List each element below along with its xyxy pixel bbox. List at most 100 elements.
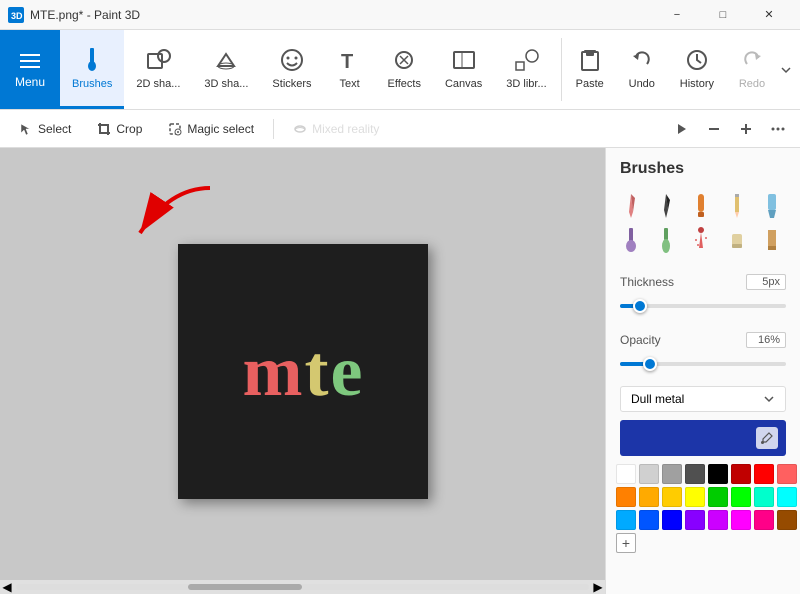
- highlighter-brush[interactable]: [757, 190, 787, 222]
- thickness-label: Thickness: [620, 275, 674, 289]
- watercolor-brush[interactable]: [651, 224, 681, 256]
- eraser-brush[interactable]: [722, 224, 752, 256]
- thickness-slider[interactable]: [620, 296, 786, 316]
- color-swatch-10[interactable]: [662, 487, 682, 507]
- ribbon-3d-shapes[interactable]: 3D sha...: [192, 30, 260, 109]
- color-swatch-11[interactable]: [685, 487, 705, 507]
- zoom-in-button[interactable]: [732, 117, 760, 141]
- text-icon: T: [336, 46, 364, 74]
- opacity-slider[interactable]: [620, 354, 786, 374]
- title-bar: 3D MTE.png* - Paint 3D − □ ✕: [0, 0, 800, 30]
- ribbon-canvas[interactable]: Canvas: [433, 30, 494, 109]
- ribbon-collapse[interactable]: [780, 30, 800, 109]
- color-swatch-3[interactable]: [685, 464, 705, 484]
- pencil-brush[interactable]: [722, 190, 752, 222]
- add-color-button[interactable]: +: [616, 533, 636, 553]
- material-dropdown[interactable]: Dull metal: [620, 386, 786, 412]
- play-button[interactable]: [668, 117, 696, 141]
- color-swatch-22[interactable]: [754, 510, 774, 530]
- color-swatch-1[interactable]: [639, 464, 659, 484]
- select-button[interactable]: Select: [8, 117, 82, 141]
- color-swatch-23[interactable]: [777, 510, 797, 530]
- zoom-out-button[interactable]: [700, 117, 728, 141]
- canvas-icon: [450, 46, 478, 74]
- ribbon: Menu Brushes 2D sha... 3D sha... S: [0, 30, 800, 110]
- ribbon-history[interactable]: History: [668, 30, 726, 109]
- plus-icon: [739, 122, 753, 136]
- ribbon-text[interactable]: T Text: [324, 30, 376, 109]
- 2d-shapes-icon: [144, 46, 172, 74]
- scroll-right[interactable]: ▶: [591, 580, 605, 594]
- window-title: MTE.png* - Paint 3D: [30, 8, 654, 22]
- color-palette: +: [606, 460, 800, 557]
- color-swatch-16[interactable]: [616, 510, 636, 530]
- color-swatch-4[interactable]: [708, 464, 728, 484]
- opacity-thumb[interactable]: [643, 357, 657, 371]
- color-swatch-9[interactable]: [639, 487, 659, 507]
- color-swatch-19[interactable]: [685, 510, 705, 530]
- thickness-value[interactable]: 5px: [746, 274, 786, 290]
- color-swatch-7[interactable]: [777, 464, 797, 484]
- selected-color-swatch[interactable]: [620, 420, 786, 456]
- ribbon-redo[interactable]: Redo: [726, 30, 778, 109]
- color-swatch-15[interactable]: [777, 487, 797, 507]
- main-area: m t e ◀ ▶ Brushes: [0, 148, 800, 594]
- letter-e: e: [331, 330, 363, 413]
- minus-icon: [707, 122, 721, 136]
- horizontal-scrollbar[interactable]: ◀ ▶: [0, 580, 605, 594]
- color-swatch-0[interactable]: [616, 464, 636, 484]
- ribbon-effects[interactable]: Effects: [376, 30, 433, 109]
- color-swatch-2[interactable]: [662, 464, 682, 484]
- material-label: Dull metal: [631, 392, 684, 406]
- ribbon-brushes[interactable]: Brushes: [60, 30, 124, 109]
- fountain-pen-brush[interactable]: [651, 190, 681, 222]
- magic-select-icon: [168, 122, 182, 136]
- magic-select-button[interactable]: Magic select: [157, 117, 265, 141]
- color-swatch-13[interactable]: [731, 487, 751, 507]
- color-swatch-17[interactable]: [639, 510, 659, 530]
- oil-brush[interactable]: [616, 224, 646, 256]
- color-swatch-5[interactable]: [731, 464, 751, 484]
- menu-button[interactable]: Menu: [0, 30, 60, 109]
- crop-icon: [97, 122, 111, 136]
- ribbon-stickers[interactable]: Stickers: [260, 30, 323, 109]
- 3d-shapes-icon: [212, 46, 240, 74]
- calligraphy-brush[interactable]: [616, 190, 646, 222]
- eyedropper-button[interactable]: [756, 427, 778, 449]
- letter-m: m: [243, 330, 303, 413]
- color-swatch-14[interactable]: [754, 487, 774, 507]
- canvas-text: m t e: [243, 330, 363, 413]
- maximize-button[interactable]: □: [700, 0, 746, 30]
- undo-icon: [628, 46, 656, 74]
- minimize-button[interactable]: −: [654, 0, 700, 30]
- ribbon-paste[interactable]: Paste: [564, 30, 616, 109]
- panel-title: Brushes: [606, 148, 800, 186]
- app-icon: 3D: [8, 7, 24, 23]
- crop-button[interactable]: Crop: [86, 117, 153, 141]
- scroll-track: [16, 584, 589, 590]
- close-button[interactable]: ✕: [746, 0, 792, 30]
- color-swatch-6[interactable]: [754, 464, 774, 484]
- marker-brush[interactable]: [686, 190, 716, 222]
- ribbon-2d-shapes[interactable]: 2D sha...: [124, 30, 192, 109]
- svg-text:3D: 3D: [11, 11, 23, 21]
- color-swatch-8[interactable]: [616, 487, 636, 507]
- color-swatch-20[interactable]: [708, 510, 728, 530]
- canvas-container[interactable]: m t e ◀ ▶: [0, 148, 605, 594]
- thickness-thumb[interactable]: [633, 299, 647, 313]
- stickers-icon: [278, 46, 306, 74]
- color-swatch-12[interactable]: [708, 487, 728, 507]
- more-options-button[interactable]: [764, 117, 792, 141]
- opacity-value[interactable]: 16%: [746, 332, 786, 348]
- mixed-reality-button[interactable]: Mixed reality: [282, 117, 390, 141]
- spray-brush[interactable]: [686, 224, 716, 256]
- history-icon: [683, 46, 711, 74]
- ribbon-undo[interactable]: Undo: [616, 30, 668, 109]
- ribbon-3d-library[interactable]: 3D libr...: [494, 30, 558, 109]
- scroll-left[interactable]: ◀: [0, 580, 14, 594]
- scroll-thumb[interactable]: [188, 584, 303, 590]
- thickness-section: Thickness 5px: [606, 266, 800, 324]
- color-swatch-21[interactable]: [731, 510, 751, 530]
- pixel-brush[interactable]: [757, 224, 787, 256]
- color-swatch-18[interactable]: [662, 510, 682, 530]
